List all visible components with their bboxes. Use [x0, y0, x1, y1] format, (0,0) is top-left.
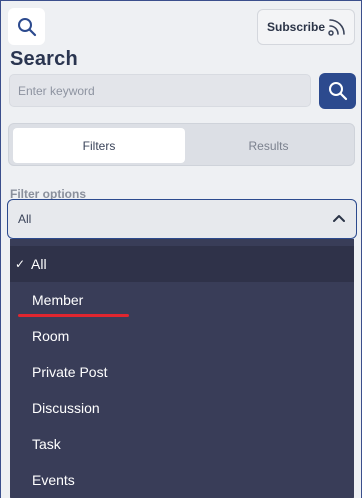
- option-events[interactable]: Events: [10, 462, 354, 498]
- rss-icon: [328, 19, 345, 36]
- option-label: Room: [32, 328, 70, 344]
- option-discussion[interactable]: Discussion: [10, 390, 354, 426]
- search-icon: [328, 82, 347, 101]
- filter-select-value: All: [18, 212, 32, 226]
- option-task[interactable]: Task: [10, 426, 354, 462]
- option-label: All: [31, 256, 47, 272]
- header-search-button[interactable]: [8, 8, 45, 45]
- option-private-post[interactable]: Private Post: [10, 354, 354, 390]
- checkmark-icon: ✓: [15, 257, 26, 271]
- option-label: Task: [32, 436, 61, 452]
- option-label: Events: [32, 472, 75, 488]
- chevron-up-icon: [333, 215, 345, 222]
- filter-select[interactable]: All: [7, 199, 357, 239]
- search-submit-button[interactable]: [319, 73, 356, 109]
- search-icon: [17, 17, 36, 36]
- keyword-search-input[interactable]: [9, 74, 311, 107]
- option-label: Discussion: [32, 400, 100, 416]
- option-label: Member: [32, 292, 84, 308]
- subscribe-button[interactable]: Subscribe: [257, 9, 355, 45]
- tab-filters[interactable]: Filters: [13, 128, 185, 163]
- subscribe-label: Subscribe: [267, 20, 326, 34]
- page-title: Search: [10, 48, 78, 70]
- option-all[interactable]: ✓ All: [10, 246, 354, 282]
- annotation-underline: [18, 314, 129, 317]
- tab-bar: Filters Results: [8, 123, 355, 166]
- option-member[interactable]: Member: [10, 282, 354, 318]
- tab-results[interactable]: Results: [187, 128, 350, 163]
- option-room[interactable]: Room: [10, 318, 354, 354]
- filter-dropdown-menu: ✓ All Member Room Private Post Discussio…: [10, 239, 354, 498]
- app-frame: Subscribe Search Filters Results Filter …: [0, 0, 362, 498]
- option-label: Private Post: [32, 364, 108, 380]
